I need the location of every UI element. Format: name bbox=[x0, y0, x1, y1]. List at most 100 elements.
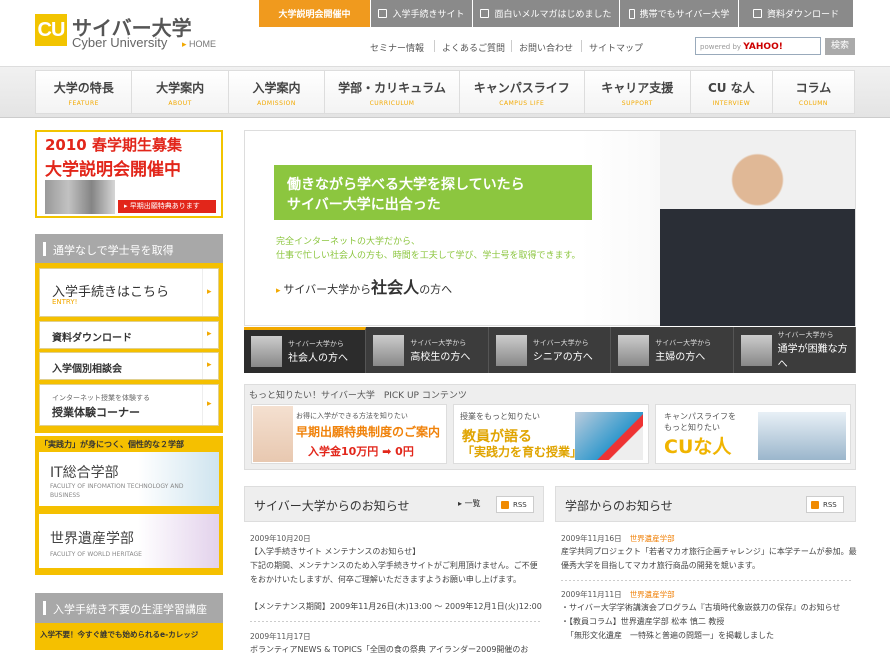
top-tab-label: 入学手続きサイト bbox=[392, 10, 465, 20]
nav-item-column[interactable]: コラム COLUMN bbox=[772, 71, 854, 113]
pickup-card-title: CUな人 bbox=[664, 436, 732, 458]
hero-headline-1: 働きながら学べる大学を探していたら bbox=[287, 177, 525, 193]
top-tab-label: 面白いメルマガはじめました bbox=[494, 10, 612, 20]
top-tab-mobile[interactable]: 携帯でもサイバー大学 bbox=[620, 0, 739, 27]
rss-button[interactable]: RSS bbox=[806, 496, 844, 513]
nav-sublabel: SUPPORT bbox=[621, 100, 653, 107]
banner-tag: ▸ 早期出願特典あります bbox=[118, 200, 216, 213]
faculty-heritage-name: 世界遺産学部 bbox=[50, 531, 134, 547]
nav-sublabel: CURRICULUM bbox=[369, 100, 415, 107]
nav-item-campus-life[interactable]: キャンパスライフ CAMPUS LIFE bbox=[459, 71, 585, 113]
tab-label: 通学が困難な方へ bbox=[777, 344, 848, 370]
nav-sublabel: FEATURE bbox=[68, 100, 99, 107]
tab-thumbnail bbox=[495, 334, 527, 366]
pickup-card-sublabel: 授業をもっと知りたい bbox=[460, 412, 540, 421]
home-link[interactable]: HOME bbox=[182, 39, 216, 50]
hero-link[interactable]: サイバー大学から社会人の方へ bbox=[276, 274, 452, 298]
sidebar-section-title: 通学なしで学士号を取得 bbox=[35, 234, 223, 264]
news-text-line: 下記の期間、メンテナンスのため入学手続きサイトがご利用頂けません。ご不便 bbox=[250, 561, 538, 570]
faculty-news-date-text: 2009年11月16日 bbox=[561, 534, 622, 543]
top-tab-label: 携帯でもサイバー大学 bbox=[639, 10, 730, 20]
download-label: 資料ダウンロード bbox=[52, 333, 132, 344]
nav-sublabel: INTERVIEW bbox=[712, 100, 751, 107]
phone-icon bbox=[628, 8, 635, 19]
tab-seniors[interactable]: サイバー大学から シニアの方へ bbox=[489, 327, 612, 373]
pickup-card-note: 入学金10万円 ➡ 0円 bbox=[308, 445, 414, 458]
faculty-it-name: IT総合学部 bbox=[50, 465, 119, 481]
top-tab-admission-site[interactable]: 入学手続きサイト bbox=[371, 0, 473, 27]
contact-link[interactable]: お問い合わせ bbox=[519, 41, 573, 54]
nav-item-support[interactable]: キャリア支援 SUPPORT bbox=[584, 71, 691, 113]
faculty-news-text-line: 優秀大学を目指してマカオ旅行商品の開発を競います。 bbox=[561, 561, 760, 570]
pickup-photo bbox=[253, 406, 293, 462]
trial-class-label: 授業体験コーナー bbox=[52, 406, 140, 419]
top-tab-briefing[interactable]: 大学説明会開催中 bbox=[259, 0, 371, 27]
hero-text-1: 完全インターネットの大学だから、 bbox=[276, 237, 421, 247]
top-tab-download[interactable]: 資料ダウンロード bbox=[739, 0, 854, 27]
faculty-news-text-line: 「無形文化遺産 一特殊と普遍の問題一」を掲載しました bbox=[566, 631, 774, 640]
faculty-news-text-line[interactable]: 産学共同プロジェクト「若者マカオ旅行企画チャレンジ」に本学チームが参加。最 bbox=[561, 545, 857, 559]
search-input[interactable]: powered by YAHOO! bbox=[695, 37, 821, 55]
faculty-news-tag[interactable]: 世界遺産学部 bbox=[630, 534, 675, 543]
nav-item-interview[interactable]: CU な人 INTERVIEW bbox=[690, 71, 773, 113]
pickup-card-sublabel: お得に入学ができる方法を知りたい bbox=[296, 412, 408, 420]
news-date: 2009年11月17日 bbox=[250, 632, 311, 641]
nav-item-curriculum[interactable]: 学部・カリキュラム CURRICULUM bbox=[325, 71, 460, 113]
rss-button[interactable]: RSS bbox=[496, 496, 534, 513]
news-title: サイバー大学からのお知らせ bbox=[254, 499, 410, 513]
divider bbox=[434, 40, 435, 52]
news-text-line: をおかけいたしますが、何卒ご理解いただきますようお願い申し上げます。 bbox=[250, 575, 522, 584]
nav-item-about[interactable]: 大学案内 ABOUT bbox=[132, 71, 229, 113]
faculty-news-text-line[interactable]: ・【教員コラム】世界遺産学部 松本 慎二 教授 bbox=[561, 615, 724, 629]
faculty-heritage-english: FACULTY OF WORLD HERITAGE bbox=[50, 551, 142, 558]
pickup-card-sublabel: キャンパスライフを bbox=[664, 412, 736, 421]
news-text-line[interactable]: ボランティアNEWS & TOPICS「全国の食の祭典 アイランダー2009開催… bbox=[250, 643, 528, 657]
tab-thumbnail bbox=[373, 334, 405, 366]
faculty-it-english: FACULTY OF INFOMATION TECHNOLOGY AND BUS… bbox=[50, 483, 184, 499]
top-tab-newsletter[interactable]: 面白いメルマガはじめました bbox=[473, 0, 620, 27]
search-button[interactable]: 検索 bbox=[825, 38, 855, 55]
nav-sublabel: CAMPUS LIFE bbox=[499, 100, 545, 107]
faculty-news-text-line[interactable]: ・サイバー大学学術講演会プログラム『古墳時代象嵌鉄刀の保存』のお知らせ bbox=[561, 601, 840, 615]
hero-link-emphasis: 社会人 bbox=[371, 278, 420, 297]
arrow-right-icon bbox=[202, 385, 218, 425]
pickup-photo bbox=[575, 412, 643, 460]
tab-commute-difficulty[interactable]: サイバー大学から 通学が困難な方へ bbox=[734, 327, 857, 373]
global-nav: 大学の特長 FEATURE 大学案内 ABOUT 入学案内 ADMISSION 学部・… bbox=[35, 70, 855, 114]
nav-label: キャンパスライフ bbox=[473, 81, 570, 95]
faculty-news-date-text: 2009年11月11日 bbox=[561, 590, 622, 599]
news-text-line: 【メンテナンス期間】2009年11月26日(木)13:00 〜 2009年12月… bbox=[250, 602, 542, 611]
divider bbox=[511, 40, 512, 52]
tab-sublabel: サイバー大学から bbox=[410, 338, 467, 347]
top-tab-label: 資料ダウンロード bbox=[766, 10, 839, 20]
nav-label: 入学案内 bbox=[252, 81, 301, 95]
arrow-right-icon bbox=[202, 322, 218, 348]
faculty-heading: 「実践力」が身につく、個性的な２学部 bbox=[40, 440, 184, 449]
tab-high-school[interactable]: サイバー大学から 高校生の方へ bbox=[366, 327, 489, 373]
tab-working-adults[interactable]: サイバー大学から 社会人の方へ bbox=[244, 327, 367, 373]
divider bbox=[581, 40, 582, 52]
news-more-link[interactable]: 一覧 bbox=[458, 498, 481, 509]
seminar-link[interactable]: セミナー情報 bbox=[370, 41, 424, 54]
news-text-line[interactable]: 【入学手続きサイト メンテナンスのお知らせ】 bbox=[250, 545, 420, 559]
faculty-news-title: 学部からのお知らせ bbox=[565, 499, 673, 513]
tab-label: 社会人の方へ bbox=[288, 353, 348, 364]
tab-label: 高校生の方へ bbox=[410, 351, 471, 363]
sitemap-link[interactable]: サイトマップ bbox=[589, 41, 643, 54]
faculty-news-date: 2009年11月11日 世界遺産学部 bbox=[561, 589, 675, 600]
tab-sublabel: サイバー大学から bbox=[655, 338, 712, 347]
logo-subtitle: Cyber University bbox=[72, 35, 168, 50]
tab-sublabel: サイバー大学から bbox=[288, 340, 344, 348]
tab-homemakers[interactable]: サイバー大学から 主婦の方へ bbox=[611, 327, 734, 373]
consultation-label: 入学個別相談会 bbox=[52, 364, 122, 375]
logo-mark[interactable]: CU bbox=[35, 14, 67, 46]
faculty-news-tag[interactable]: 世界遺産学部 bbox=[630, 590, 675, 599]
news-date: 2009年10月20日 bbox=[250, 534, 311, 543]
nav-item-admission[interactable]: 入学案内 ADMISSION bbox=[228, 71, 326, 113]
nav-label: 学部・カリキュラム bbox=[338, 81, 446, 95]
nav-item-feature[interactable]: 大学の特長 FEATURE bbox=[36, 71, 133, 113]
divider bbox=[561, 580, 851, 581]
faq-link[interactable]: よくあるご質問 bbox=[442, 41, 505, 54]
tab-thumbnail bbox=[618, 334, 650, 366]
nav-label: コラム bbox=[795, 81, 832, 95]
